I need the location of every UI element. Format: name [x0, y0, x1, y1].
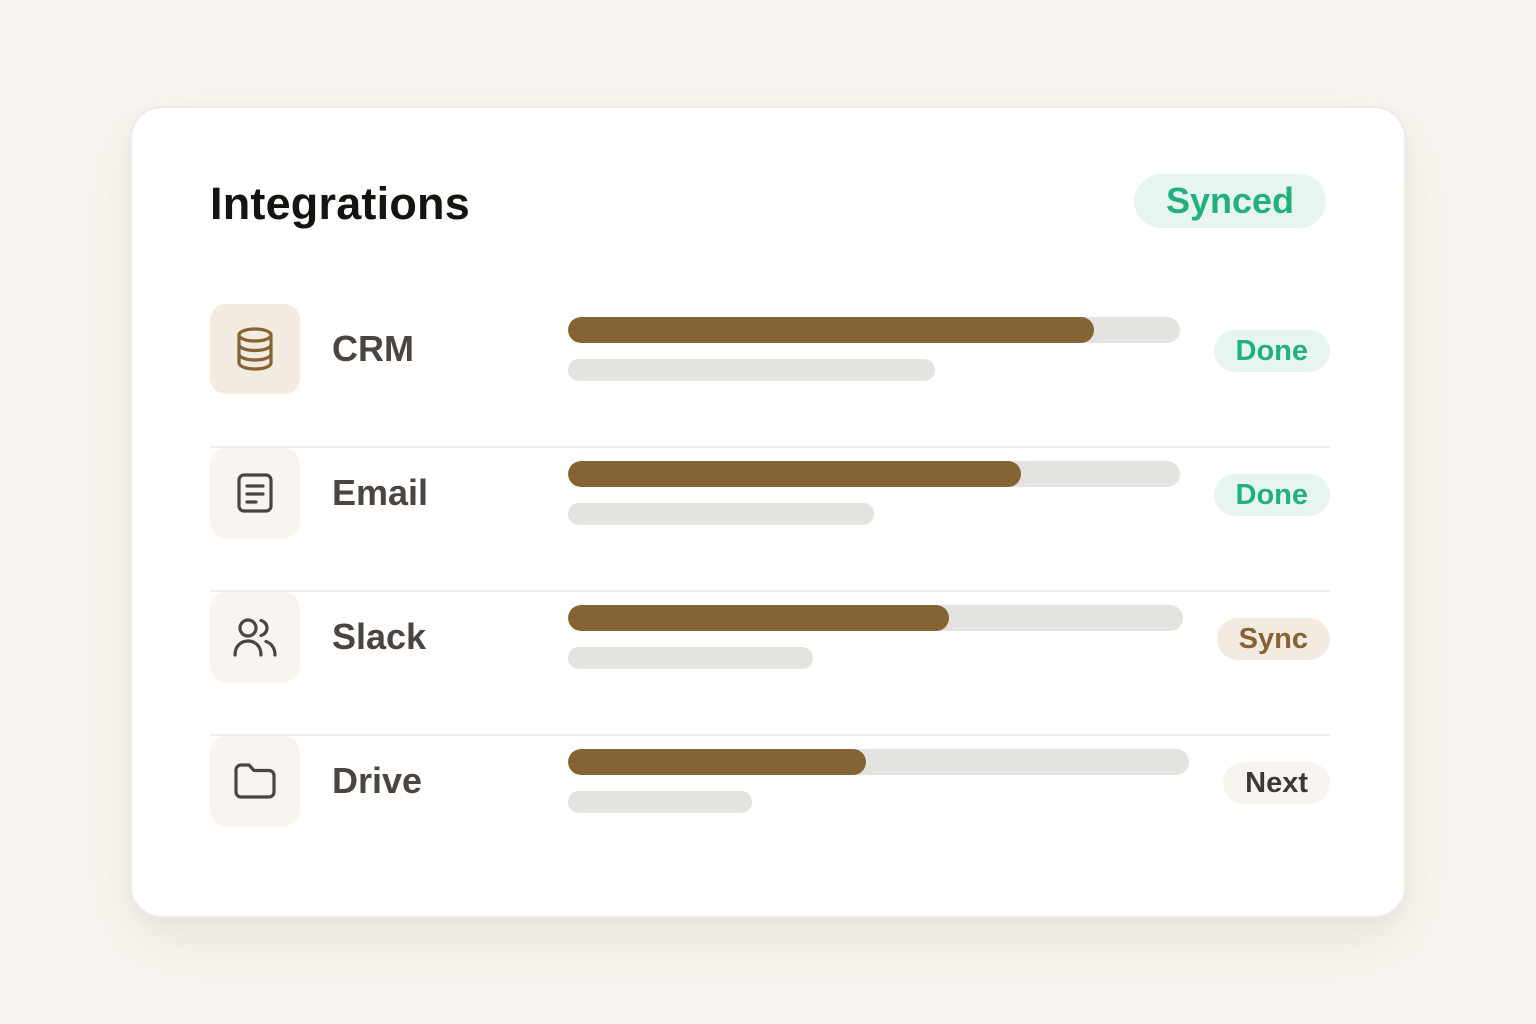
- integration-name: Drive: [332, 760, 423, 801]
- progress-bar: [568, 461, 1180, 487]
- secondary-progress-bar: [568, 647, 813, 669]
- users-icon: [210, 592, 300, 682]
- progress-bar: [568, 317, 1180, 343]
- integration-row-email[interactable]: Email Done: [210, 448, 1330, 592]
- integration-name: CRM: [332, 328, 414, 369]
- progress-bar: [568, 749, 1189, 775]
- integrations-card: Integrations Synced CRM Done Email Done …: [130, 106, 1406, 918]
- progress-fill: [568, 461, 1021, 487]
- secondary-progress-bar: [568, 791, 752, 813]
- integration-row-slack[interactable]: Slack Sync: [210, 592, 1330, 736]
- integration-name: Slack: [332, 616, 427, 657]
- integration-row-drive[interactable]: Drive Next: [210, 736, 1330, 880]
- card-title: Integrations: [210, 178, 470, 229]
- synced-status-badge: Synced: [1133, 174, 1326, 228]
- progress-fill: [568, 749, 867, 775]
- secondary-progress-bar: [568, 503, 874, 525]
- status-badge: Next: [1223, 762, 1330, 804]
- document-icon: [210, 448, 300, 538]
- integration-name: Email: [332, 472, 429, 513]
- status-badge: Done: [1213, 330, 1330, 372]
- progress-bar: [568, 605, 1183, 631]
- folder-icon: [210, 736, 300, 826]
- progress-fill: [568, 605, 950, 631]
- status-badge: Sync: [1216, 618, 1330, 660]
- progress-fill: [568, 317, 1095, 343]
- integration-row-crm[interactable]: CRM Done: [210, 304, 1330, 448]
- status-badge: Done: [1213, 474, 1330, 516]
- secondary-progress-bar: [568, 359, 935, 381]
- database-icon: [210, 304, 300, 394]
